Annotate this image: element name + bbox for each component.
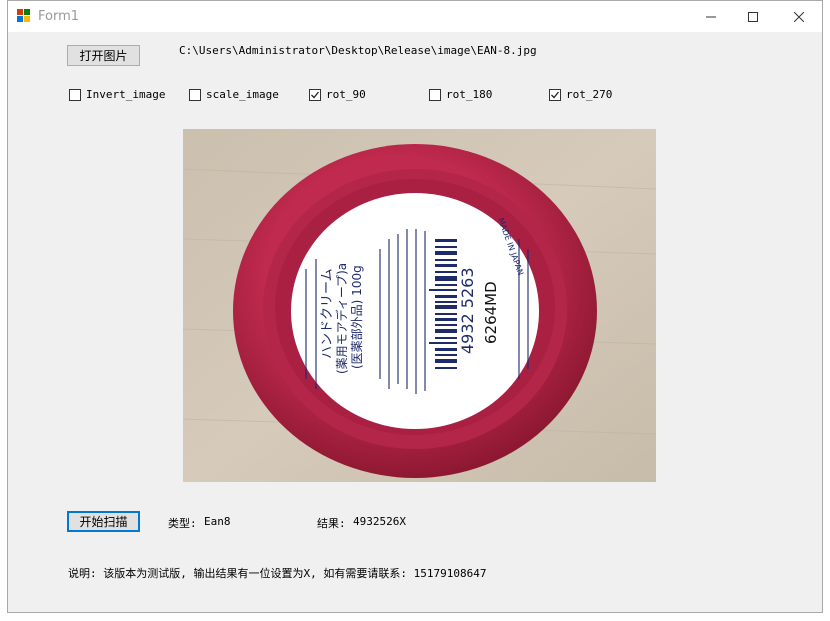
barcode-number-text: 4932 5263 (458, 267, 477, 354)
image-preview: ハンドクリーム (薬用モアディープ)a (医薬部外品) 100g 4932 52… (183, 129, 656, 482)
minimize-icon (706, 16, 716, 17)
checkbox-rot-180[interactable]: rot_180 (429, 88, 492, 101)
note-text: 说明: 该版本为测试版, 输出结果有一位设置为X, 如有需要请联系: 15179… (68, 567, 487, 580)
checkbox-label: rot_180 (446, 88, 493, 101)
open-image-button[interactable]: 打开图片 (67, 45, 140, 66)
result-value: 4932526X (353, 515, 406, 528)
app-icon (17, 9, 30, 22)
checkbox-rot-270[interactable]: rot_270 (549, 88, 612, 101)
jar-line3-text: (医薬部外品) 100g (349, 265, 364, 369)
checkbox-label: rot_270 (566, 88, 613, 101)
checkbox-box[interactable] (189, 88, 201, 101)
checkbox-label: rot_90 (326, 88, 366, 101)
close-button[interactable] (776, 1, 822, 32)
type-value: Ean8 (204, 515, 231, 528)
checkbox-label: Invert_image (86, 88, 166, 101)
form-window: Form1 打开图片 C:\Users\Administrator\Deskto… (7, 0, 823, 613)
result-label: 结果: (317, 517, 346, 530)
checkbox-rot-90[interactable]: rot_90 (309, 88, 366, 101)
minimize-button[interactable] (688, 1, 734, 32)
jar-photo: ハンドクリーム (薬用モアディープ)a (医薬部外品) 100g 4932 52… (183, 129, 656, 482)
checkbox-box[interactable] (69, 88, 81, 101)
maximize-button[interactable] (730, 1, 776, 32)
checkbox-box[interactable] (429, 88, 441, 101)
jar-name-text: ハンドクリーム (320, 268, 335, 359)
title-bar[interactable]: Form1 (8, 1, 822, 32)
jar-line2-text: (薬用モアディープ)a (334, 263, 349, 374)
check-icon (311, 91, 320, 98)
maximize-icon (748, 11, 758, 22)
checkbox-scale-image[interactable]: scale_image (189, 88, 279, 101)
checkbox-box[interactable] (309, 88, 321, 101)
checkbox-invert-image[interactable]: Invert_image (69, 88, 165, 101)
type-label: 类型: (168, 517, 197, 530)
file-path-label: C:\Users\Administrator\Desktop\Release\i… (179, 44, 537, 57)
checkbox-box[interactable] (549, 88, 561, 101)
check-icon (551, 91, 560, 98)
checkbox-label: scale_image (206, 88, 279, 101)
window-title: Form1 (38, 9, 80, 24)
close-icon (794, 11, 804, 22)
start-scan-button[interactable]: 开始扫描 (67, 511, 140, 532)
product-code-text: 6264MD (482, 281, 500, 344)
